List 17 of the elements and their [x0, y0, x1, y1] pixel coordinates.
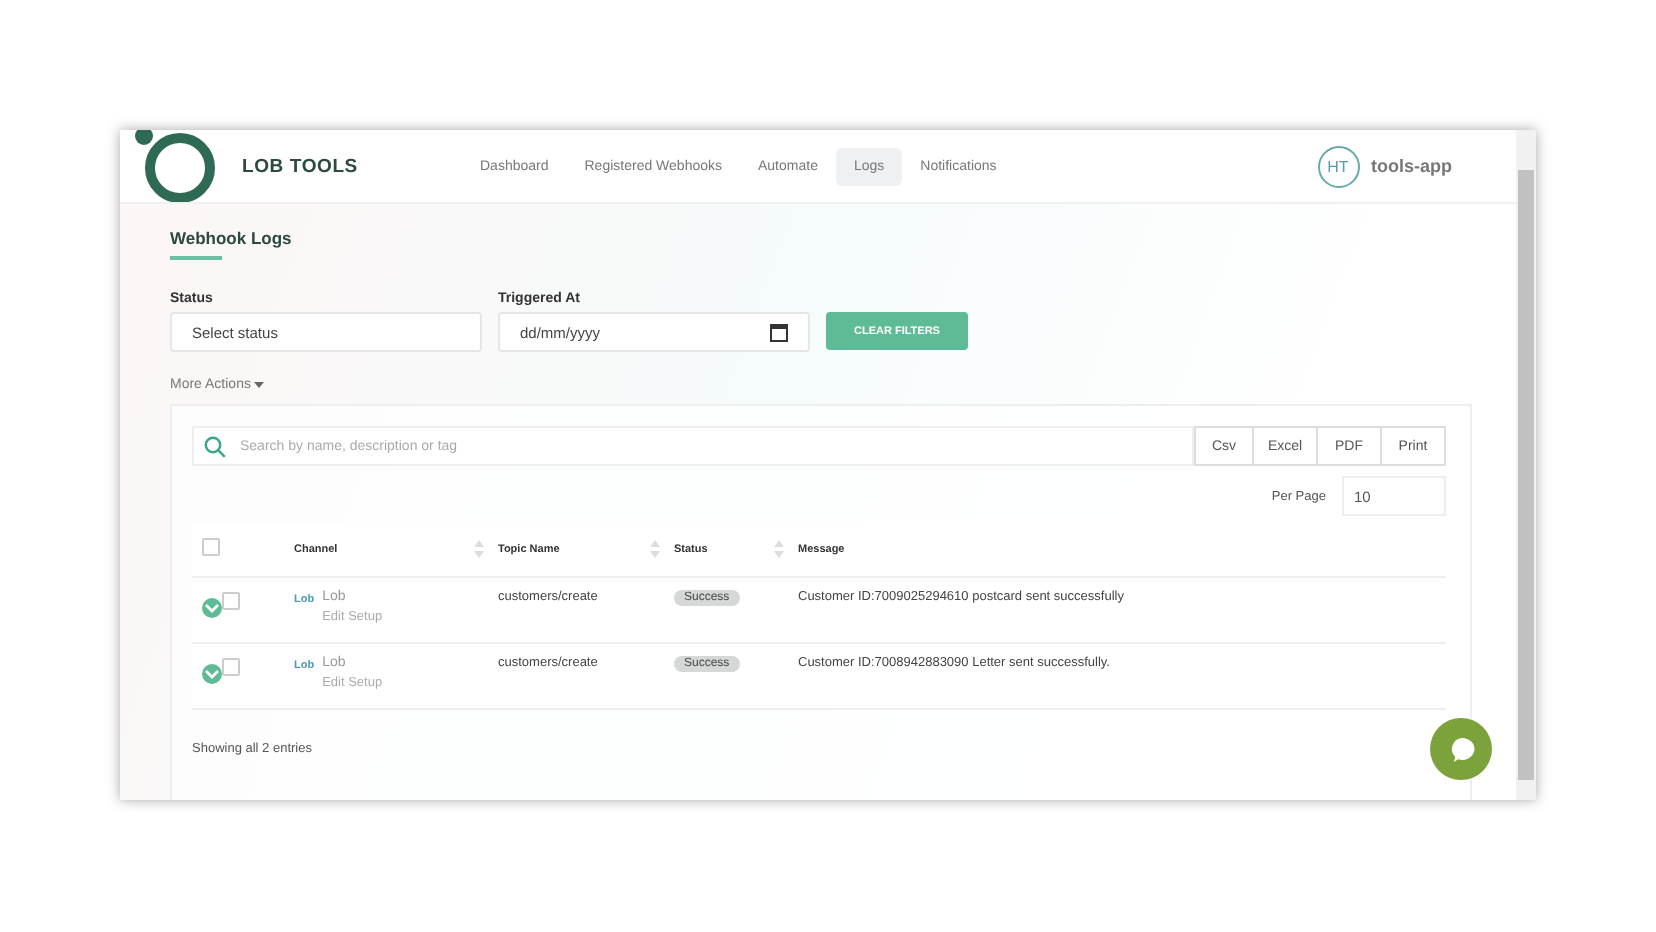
expand-toggle[interactable] — [202, 664, 222, 684]
checkbox[interactable] — [222, 658, 240, 676]
checkbox[interactable] — [222, 592, 240, 610]
sort-icon[interactable] — [474, 540, 484, 558]
scrollbar[interactable] — [1516, 130, 1536, 800]
page-title: Webhook Logs — [170, 228, 292, 248]
sort-icon[interactable] — [774, 540, 784, 558]
chat-button[interactable] — [1430, 718, 1492, 780]
expand-toggle[interactable] — [202, 598, 222, 618]
calendar-icon[interactable] — [770, 322, 788, 342]
chat-bubble-icon — [1447, 735, 1475, 763]
checkbox[interactable] — [202, 538, 220, 556]
search-icon — [204, 436, 226, 458]
sort-icon[interactable] — [650, 540, 660, 558]
caret-icon[interactable] — [254, 382, 265, 388]
user-name: tools-app — [1371, 156, 1452, 176]
brand-name: LOB TOOLS — [242, 155, 360, 177]
